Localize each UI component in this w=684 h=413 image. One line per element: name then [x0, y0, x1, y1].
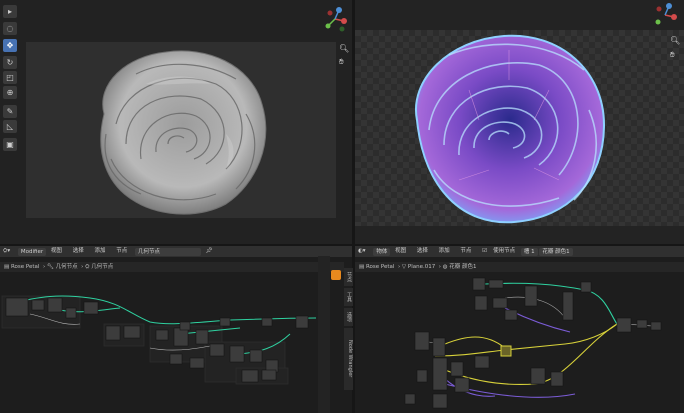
menu-add[interactable]: 添加: [436, 246, 453, 257]
breadcrumb-item: 花瓣 颜色1: [449, 264, 477, 270]
tab-tool[interactable]: 工具: [344, 288, 353, 306]
pin-icon[interactable]: 📌︎: [203, 246, 216, 257]
zoom-icon[interactable]: 🔍︎: [339, 44, 349, 53]
shader-editor-header: ◐▾ 物体 视图 选择 添加 节点 ☑ 使用节点 槽 1 花瓣 颜色1: [355, 246, 684, 257]
move-icon[interactable]: ✥: [3, 39, 17, 52]
tab-node[interactable]: 节点: [344, 268, 353, 286]
gray-rose-model: [100, 50, 267, 215]
breadcrumb-item: 几何节点: [91, 264, 114, 270]
shader-node-graph[interactable]: [355, 274, 684, 413]
menu-view[interactable]: 视图: [392, 246, 409, 257]
viewport-right[interactable]: 🔍︎ ✋︎: [355, 0, 684, 244]
object-icon: ▤: [359, 264, 365, 270]
editor-type-icon[interactable]: ◐▾: [355, 246, 369, 257]
material-icon: ◍: [442, 264, 448, 270]
menu-node[interactable]: 节点: [113, 246, 130, 257]
hand-icon[interactable]: ✋︎: [339, 57, 344, 67]
select-circle-icon[interactable]: ◌: [3, 22, 17, 35]
rotate-icon[interactable]: ↻: [3, 56, 17, 69]
scale-icon[interactable]: ◰: [3, 71, 17, 84]
axis-gizmo[interactable]: [320, 4, 350, 34]
node-tree-name: 几何节点: [137, 248, 160, 255]
node-editor-header: ⛭▾ Modifier 视图 选择 添加 节点 几何节点 📌︎: [0, 246, 352, 257]
node-tree-selector[interactable]: 几何节点: [134, 247, 201, 256]
hand-icon[interactable]: ✋︎: [670, 50, 675, 60]
zoom-icon[interactable]: 🔍︎: [670, 36, 680, 45]
object-type-dropdown[interactable]: 物体: [373, 247, 391, 256]
editor-type-icon[interactable]: ⛭▾: [0, 246, 13, 257]
editor-context-dropdown[interactable]: Modifier: [17, 247, 47, 256]
use-nodes-label: 使用节点: [493, 248, 516, 254]
add-cube-icon[interactable]: ▣: [3, 138, 17, 151]
node-editor-right[interactable]: ◐▾ 物体 视图 选择 添加 节点 ☑ 使用节点 槽 1 花瓣 颜色1 ▤ Ros…: [355, 246, 684, 413]
sidebar-panel: [318, 256, 330, 413]
rendered-rose: [414, 34, 606, 224]
menu-node[interactable]: 节点: [457, 246, 474, 257]
breadcrumb-item: Rose Petal: [10, 264, 40, 270]
transform-icon[interactable]: ⊕: [3, 86, 17, 99]
tab-node-wrangler[interactable]: Node Wrangler: [344, 328, 353, 390]
tab-options[interactable]: 选项: [344, 308, 353, 326]
breadcrumb-item: Plane.017: [407, 264, 436, 270]
viewport-left[interactable]: ▸ ◌ ✥ ↻ ◰ ⊕ ✎ ◺ ▣ 🔍︎ ✋︎: [0, 0, 352, 244]
menu-select[interactable]: 选择: [70, 246, 87, 257]
sidebar-icon-active[interactable]: [331, 270, 341, 280]
breadcrumb-item: 几何节点: [55, 264, 78, 270]
annotate-icon[interactable]: ✎: [3, 105, 17, 118]
geometry-node-graph[interactable]: [0, 274, 324, 413]
node-editor-left[interactable]: ⛭▾ Modifier 视图 选择 添加 节点 几何节点 📌︎ ▤ Rose P…: [0, 246, 353, 413]
menu-add[interactable]: 添加: [91, 246, 108, 257]
object-icon: ▤: [4, 264, 10, 270]
material-selector[interactable]: 花瓣 颜色1: [539, 247, 573, 256]
node-tree-icon: ⛭: [85, 264, 90, 270]
slot-dropdown[interactable]: 槽 1: [520, 247, 538, 256]
breadcrumb: ▤ Rose Petal › ▽ Plane.017 › ◍ 花瓣 颜色1: [355, 262, 684, 272]
breadcrumb-item: Rose Petal: [365, 264, 395, 270]
mesh-icon: ▽: [401, 264, 407, 270]
breadcrumb: ▤ Rose Petal › 🔧︎ 几何节点 › ⛭ 几何节点: [0, 262, 344, 272]
menu-view[interactable]: 视图: [48, 246, 65, 257]
modifier-icon: 🔧︎: [46, 264, 54, 270]
use-nodes-checkbox[interactable]: ☑: [479, 246, 490, 257]
axis-gizmo[interactable]: [650, 2, 680, 28]
cursor-icon[interactable]: ▸: [3, 5, 17, 18]
menu-select[interactable]: 选择: [414, 246, 431, 257]
measure-icon[interactable]: ◺: [3, 120, 17, 133]
